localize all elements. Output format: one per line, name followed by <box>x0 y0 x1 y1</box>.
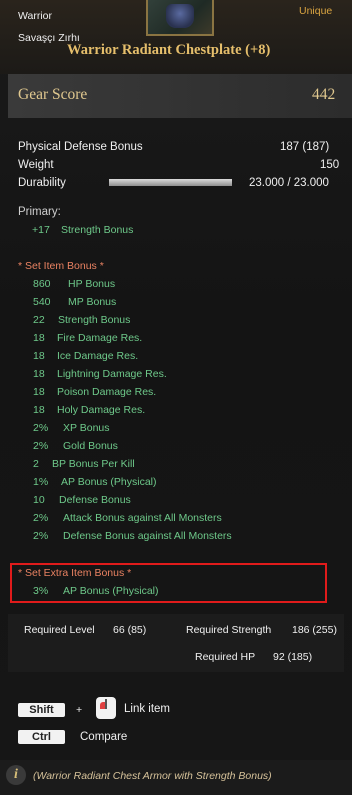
durability-bar <box>109 179 232 186</box>
set-bonus-value: 18 <box>33 350 45 362</box>
set-bonus-name: Ice Damage Res. <box>57 350 139 362</box>
set-bonus-name: MP Bonus <box>68 296 117 308</box>
armor-thumbnail-icon <box>146 0 214 36</box>
set-bonus-name: Defense Bonus <box>59 494 131 506</box>
ctrl-key: Ctrl <box>18 730 65 744</box>
weight-value: 150 <box>320 159 340 171</box>
primary-name: Strength Bonus <box>61 224 134 236</box>
armor-image <box>166 4 194 28</box>
gear-score-label: Gear Score <box>18 86 88 103</box>
set-bonus-name: HP Bonus <box>68 278 116 290</box>
required-strength-value: 186 (255) <box>292 624 337 636</box>
link-item-label: Link item <box>124 703 171 715</box>
set-bonus-name: BP Bonus Per Kill <box>52 458 135 470</box>
info-icon: i <box>6 765 26 785</box>
primary-value: +17 <box>32 224 50 236</box>
required-hp-value: 92 (185) <box>273 651 313 663</box>
set-bonus-name: Lightning Damage Res. <box>57 368 167 380</box>
set-bonus-name: Poison Damage Res. <box>57 386 157 398</box>
set-bonus-heading: * Set Item Bonus * <box>18 260 104 272</box>
required-level-label: Required Level <box>24 624 95 636</box>
physical-defense-value: 187 (187) <box>280 141 330 153</box>
set-bonus-name: Strength Bonus <box>58 314 131 326</box>
set-bonus-value: 10 <box>33 494 45 506</box>
set-bonus-value: 18 <box>33 404 45 416</box>
gear-score-value: 442 <box>312 86 336 103</box>
weight-label: Weight <box>18 159 54 171</box>
rarity-label: Unique <box>299 5 333 17</box>
set-bonus-value: 2% <box>33 422 49 434</box>
set-bonus-value: 860 <box>33 278 51 290</box>
set-bonus-value: 2% <box>33 440 49 452</box>
set-bonus-value: 2% <box>33 530 49 542</box>
set-bonus-name: Defense Bonus against All Monsters <box>63 530 232 542</box>
set-bonus-value: 22 <box>33 314 45 326</box>
set-bonus-name: Holy Damage Res. <box>57 404 146 416</box>
set-extra-name: AP Bonus (Physical) <box>63 585 159 597</box>
set-bonus-value: 18 <box>33 332 45 344</box>
required-level-value: 66 (85) <box>113 624 147 636</box>
set-bonus-value: 1% <box>33 476 49 488</box>
plus-sign: + <box>76 704 83 716</box>
set-bonus-value: 2% <box>33 512 49 524</box>
item-name: Warrior Radiant Chestplate (+8) <box>67 42 271 58</box>
set-bonus-value: 540 <box>33 296 51 308</box>
physical-defense-label: Physical Defense Bonus <box>18 141 143 153</box>
durability-value: 23.000 / 23.000 <box>249 177 329 189</box>
set-bonus-name: Gold Bonus <box>63 440 118 452</box>
item-tooltip: Warrior Unique Savaşçı Zırhı Warrior Rad… <box>0 0 352 795</box>
durability-label: Durability <box>18 177 66 189</box>
primary-heading: Primary: <box>18 206 61 218</box>
set-bonus-name: Fire Damage Res. <box>57 332 143 344</box>
required-strength-label: Required Strength <box>186 624 272 636</box>
set-extra-heading: * Set Extra Item Bonus * <box>18 567 132 579</box>
set-bonus-name: XP Bonus <box>63 422 110 434</box>
set-bonus-value: 18 <box>33 368 45 380</box>
mouse-left-click-icon <box>96 697 116 719</box>
compare-label: Compare <box>80 731 128 743</box>
required-hp-label: Required HP <box>195 651 256 663</box>
set-bonus-value: 2 <box>33 458 39 470</box>
set-bonus-value: 18 <box>33 386 45 398</box>
shift-key: Shift <box>18 703 65 717</box>
set-bonus-name: AP Bonus (Physical) <box>61 476 157 488</box>
class-label: Warrior <box>18 10 53 22</box>
item-description: (Warrior Radiant Chest Armor with Streng… <box>33 770 272 782</box>
set-bonus-name: Attack Bonus against All Monsters <box>63 512 222 524</box>
set-extra-value: 3% <box>33 585 49 597</box>
